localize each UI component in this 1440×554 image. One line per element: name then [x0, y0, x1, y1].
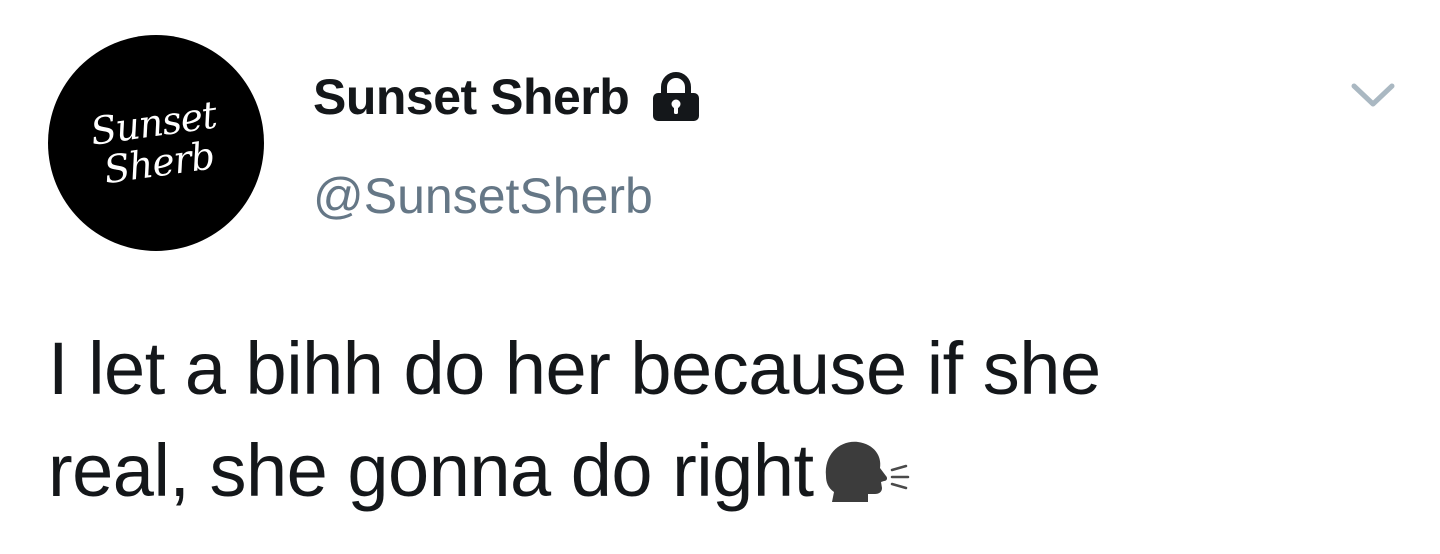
tweet-text: I let a bihh do her because if she real,…	[48, 318, 1408, 522]
user-handle[interactable]: @SunsetSherb	[313, 166, 653, 226]
tweet-text-line-1: I let a bihh do her because if she	[48, 327, 1101, 410]
tweet: Sunset Sherb Sunset Sherb @SunsetSherb I…	[0, 0, 1440, 554]
avatar[interactable]: Sunset Sherb	[48, 35, 264, 251]
display-name-row[interactable]: Sunset Sherb	[313, 66, 703, 128]
chevron-down-icon[interactable]	[1350, 80, 1396, 110]
avatar-logo: Sunset Sherb	[88, 93, 224, 193]
speaking-head-icon	[816, 430, 912, 502]
display-name[interactable]: Sunset Sherb	[313, 67, 630, 127]
tweet-text-line-2: real, she gonna do right	[48, 420, 1408, 522]
tweet-text-line-2-text: real, she gonna do right	[48, 429, 814, 512]
lock-icon	[649, 71, 703, 123]
